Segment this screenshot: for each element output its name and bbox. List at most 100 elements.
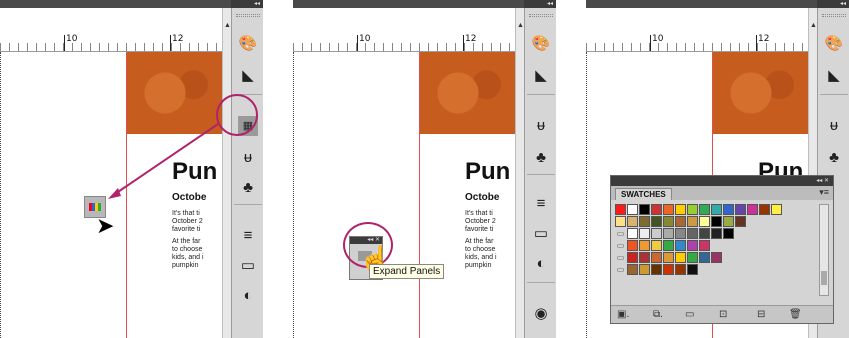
- gradient-icon[interactable]: ◣: [824, 66, 844, 86]
- swatch-cell[interactable]: [663, 264, 674, 275]
- swatch-cell[interactable]: [735, 204, 746, 215]
- color-guide-icon[interactable]: 🎨: [531, 34, 551, 54]
- swatch-group-folder-icon[interactable]: ▭: [615, 252, 626, 263]
- swatch-cell[interactable]: [663, 240, 674, 251]
- page-banner-image: [420, 52, 515, 134]
- swatch-cell[interactable]: [687, 228, 698, 239]
- swatch-cell[interactable]: [687, 240, 698, 251]
- swatch-cell[interactable]: [615, 204, 626, 215]
- layers-icon[interactable]: ◉: [531, 304, 551, 324]
- swatch-cell[interactable]: [663, 228, 674, 239]
- vertical-scrollbar[interactable]: ▲: [515, 8, 524, 338]
- swatch-cell[interactable]: [675, 252, 686, 263]
- swatch-cell[interactable]: [699, 216, 710, 227]
- color-guide-icon[interactable]: 🎨: [824, 34, 844, 54]
- swatch-cell[interactable]: [687, 264, 698, 275]
- swatch-options-icon[interactable]: ▭: [685, 309, 694, 320]
- swatch-cell[interactable]: [723, 216, 734, 227]
- swatch-cell[interactable]: [639, 240, 650, 251]
- swatch-cell[interactable]: [771, 204, 782, 215]
- swatch-cell[interactable]: [699, 204, 710, 215]
- window-top-bar: [586, 0, 849, 8]
- swatch-group-folder-icon[interactable]: ▭: [615, 228, 626, 239]
- swatch-cell[interactable]: [711, 228, 722, 239]
- swatch-row: ▭: [615, 228, 815, 239]
- brushes-icon[interactable]: ᵾ: [824, 116, 844, 136]
- scroll-up-arrow[interactable]: ▲: [810, 22, 817, 29]
- swatch-cell[interactable]: [699, 228, 710, 239]
- swatch-cell[interactable]: [639, 204, 650, 215]
- swatch-cell[interactable]: [627, 264, 638, 275]
- swatch-cell[interactable]: [639, 228, 650, 239]
- swatch-cell[interactable]: [627, 228, 638, 239]
- swatch-cell[interactable]: [687, 204, 698, 215]
- swatch-cell[interactable]: [675, 228, 686, 239]
- swatch-libraries-menu-icon[interactable]: ▣.: [617, 309, 629, 320]
- swatch-cell[interactable]: [675, 204, 686, 215]
- stroke-icon[interactable]: ≡: [531, 194, 551, 214]
- swatches-panel: ◂◂ ✕ SWATCHES ▾≡ ▭ ▭ ▭ ▭ ▣. ⧉. ▭ ⊡ ⊟ 🗑: [610, 175, 834, 324]
- swatch-cell[interactable]: [699, 240, 710, 251]
- swatch-cell[interactable]: [675, 216, 686, 227]
- swatches-panel-titlebar[interactable]: ◂◂ ✕: [611, 176, 833, 186]
- swatch-cell[interactable]: [627, 204, 638, 215]
- delete-swatch-icon[interactable]: 🗑: [789, 309, 802, 320]
- swatch-cell[interactable]: [663, 252, 674, 263]
- swatch-cell[interactable]: [627, 252, 638, 263]
- swatch-cell[interactable]: [723, 228, 734, 239]
- dock-collapse-button[interactable]: ◂◂: [524, 0, 556, 8]
- expand-panels-tooltip: Expand Panels: [369, 264, 445, 279]
- swatch-cell[interactable]: [759, 204, 770, 215]
- swatch-cell[interactable]: [663, 216, 674, 227]
- swatch-row: ▭: [615, 240, 815, 251]
- swatch-group-folder-icon[interactable]: ▭: [615, 264, 626, 275]
- swatch-cell[interactable]: [639, 216, 650, 227]
- swatch-cell[interactable]: [711, 252, 722, 263]
- swatch-cell[interactable]: [735, 216, 746, 227]
- new-swatch-icon[interactable]: ⊟: [757, 309, 765, 320]
- swatch-cell[interactable]: [639, 264, 650, 275]
- swatch-cell[interactable]: [651, 228, 662, 239]
- window-top-bar: [293, 0, 556, 8]
- swatch-cell[interactable]: [723, 204, 734, 215]
- scroll-thumb[interactable]: [821, 271, 827, 285]
- swatch-cell[interactable]: [699, 252, 710, 263]
- swatch-cell[interactable]: [651, 216, 662, 227]
- swatches-tab[interactable]: SWATCHES: [615, 188, 672, 200]
- swatch-cell[interactable]: [627, 216, 638, 227]
- swatch-cell[interactable]: [627, 240, 638, 251]
- swatch-cell[interactable]: [675, 264, 686, 275]
- scroll-up-arrow[interactable]: ▲: [517, 22, 524, 29]
- brushes-icon[interactable]: ᵾ: [531, 116, 551, 136]
- swatches-scrollbar[interactable]: [819, 204, 829, 296]
- panel-menu-icon[interactable]: ▾≡: [819, 187, 829, 198]
- swatch-cell[interactable]: [639, 252, 650, 263]
- swatch-cell[interactable]: [651, 240, 662, 251]
- symbols-icon[interactable]: ♣: [531, 148, 551, 168]
- page-title: Pun: [465, 158, 511, 185]
- swatch-cell[interactable]: [675, 240, 686, 251]
- horizontal-ruler: 10 12: [293, 8, 515, 52]
- dock-collapse-button[interactable]: ◂◂: [817, 0, 849, 8]
- symbols-icon[interactable]: ♣: [824, 148, 844, 168]
- swatch-cell[interactable]: [687, 216, 698, 227]
- swatch-cell[interactable]: [747, 204, 758, 215]
- swatch-cell[interactable]: [615, 216, 626, 227]
- swatch-cell[interactable]: [663, 204, 674, 215]
- swatch-cell[interactable]: [651, 204, 662, 215]
- swatch-cell[interactable]: [651, 252, 662, 263]
- dock-separator: [820, 94, 848, 95]
- dock-grip[interactable]: [529, 14, 553, 17]
- swatch-cell[interactable]: [711, 216, 722, 227]
- dock-grip[interactable]: [822, 14, 846, 17]
- gradient-icon[interactable]: ◣: [531, 66, 551, 86]
- swatch-cell[interactable]: [651, 264, 662, 275]
- appearance-icon[interactable]: ◐: [531, 254, 551, 274]
- new-color-group-icon[interactable]: ⊡: [719, 309, 727, 320]
- swatch-group-folder-icon[interactable]: ▭: [615, 240, 626, 251]
- swatches-tab-row: SWATCHES ▾≡: [611, 186, 833, 200]
- show-swatch-kinds-icon[interactable]: ⧉.: [653, 309, 663, 320]
- transparency-icon[interactable]: ▭: [531, 224, 551, 244]
- swatch-cell[interactable]: [711, 204, 722, 215]
- swatch-cell[interactable]: [687, 252, 698, 263]
